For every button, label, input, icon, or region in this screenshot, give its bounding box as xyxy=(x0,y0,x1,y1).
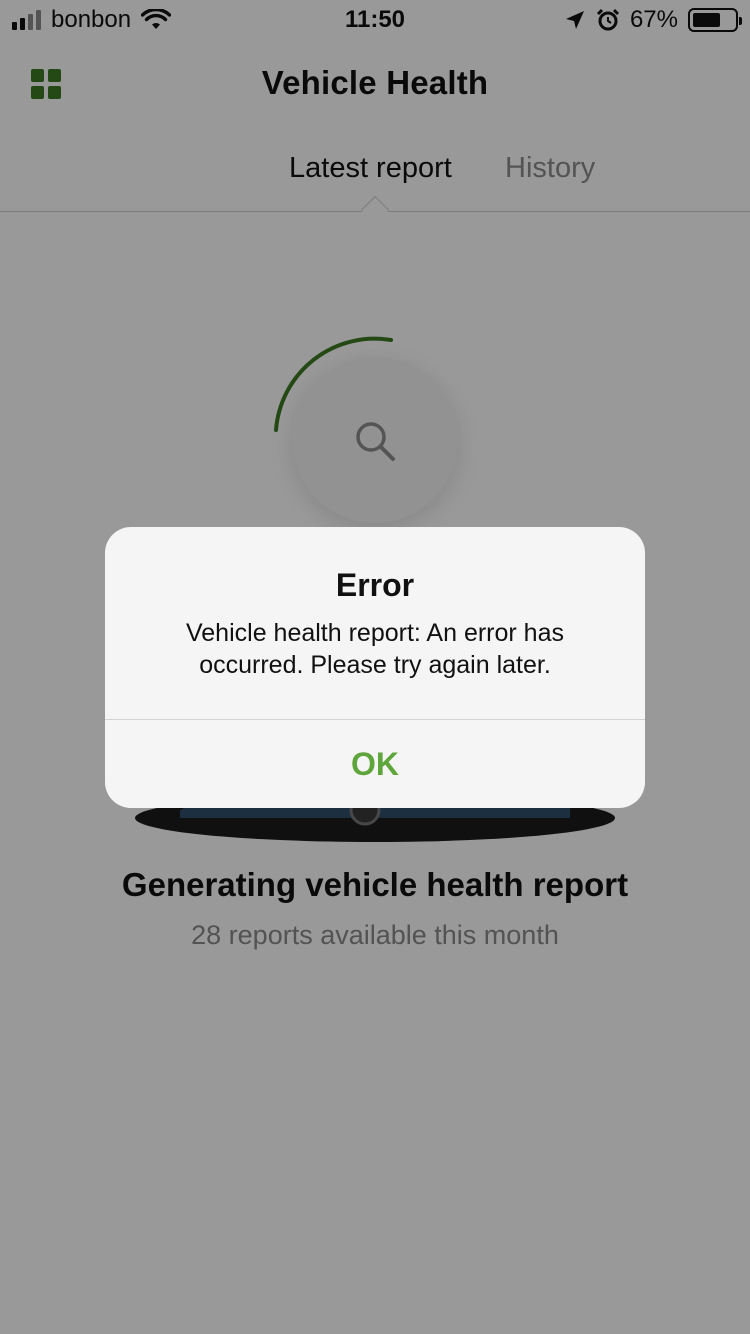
alert-title: Error xyxy=(335,567,415,603)
alert-message: Vehicle health report: An error has occu… xyxy=(185,619,564,679)
error-alert-dialog: Error Vehicle health report: An error ha… xyxy=(105,527,645,808)
ok-button[interactable]: OK xyxy=(105,720,645,808)
